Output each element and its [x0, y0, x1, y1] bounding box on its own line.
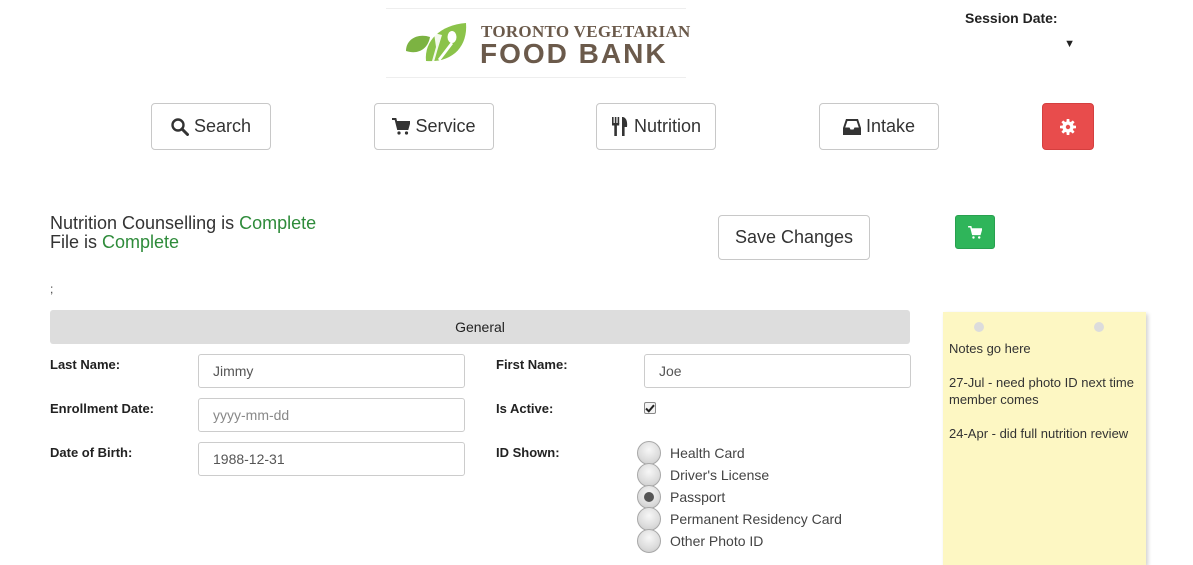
enrollment-date-field[interactable]: yyyy-mm-dd: [198, 398, 465, 432]
file-status: File is Complete: [50, 233, 316, 252]
radio-button[interactable]: [637, 507, 661, 531]
file-status-prefix: File is: [50, 232, 103, 252]
radio-label: Health Card: [670, 445, 745, 461]
service-button-label: Service: [415, 116, 476, 136]
session-date-label: Session Date:: [965, 10, 1058, 26]
radio-button[interactable]: [637, 441, 661, 465]
settings-button[interactable]: [1042, 103, 1094, 150]
go-to-service-button[interactable]: [955, 215, 995, 249]
session-date-select[interactable]: ▼: [965, 38, 1075, 58]
id-option-health-card[interactable]: Health Card: [637, 441, 745, 465]
file-status-value: Complete: [102, 232, 180, 252]
radio-label: Other Photo ID: [670, 533, 764, 549]
last-name-label: Last Name:: [50, 357, 121, 372]
counselling-status-value: Complete: [239, 213, 317, 233]
first-name-value: Joe: [659, 363, 682, 379]
logo: TORONTO VEGETARIAN FOOD BANK: [386, 8, 690, 78]
radio-label: Permanent Residency Card: [670, 511, 842, 527]
date-of-birth-field[interactable]: 1988-12-31: [198, 442, 465, 476]
last-name-field[interactable]: Jimmy: [198, 354, 465, 388]
intake-button-label: Intake: [865, 116, 916, 136]
utensils-icon: [611, 117, 628, 136]
notes-text[interactable]: Notes go here 27-Jul - need photo ID nex…: [949, 340, 1144, 459]
radio-label: Driver's License: [670, 467, 770, 483]
inbox-icon: [842, 118, 861, 135]
checkmark-icon: [645, 404, 655, 413]
note-line: 27-Jul - need photo ID next time member …: [949, 375, 1134, 407]
gear-icon: [1060, 118, 1076, 135]
date-of-birth-label: Date of Birth:: [50, 445, 133, 460]
id-shown-label: ID Shown:: [496, 445, 560, 460]
radio-button[interactable]: [637, 529, 661, 553]
status-summary: Nutrition Counselling is Complete File i…: [50, 214, 316, 252]
counselling-status-prefix: Nutrition Counselling is: [50, 213, 240, 233]
pin-icon: [1094, 322, 1104, 332]
service-button[interactable]: Service: [374, 103, 494, 150]
nutrition-button-label: Nutrition: [633, 116, 702, 136]
last-name-value: Jimmy: [213, 363, 254, 379]
general-section-title: General: [455, 319, 505, 335]
cart-icon: [968, 225, 982, 239]
search-icon: [171, 117, 189, 136]
first-name-field[interactable]: Joe: [644, 354, 911, 388]
id-option-other-photo-id[interactable]: Other Photo ID: [637, 529, 764, 553]
id-option-permanent-residency-card[interactable]: Permanent Residency Card: [637, 507, 842, 531]
radio-label: Passport: [670, 489, 726, 505]
save-changes-button[interactable]: Save Changes: [718, 215, 870, 260]
search-button[interactable]: Search: [151, 103, 271, 150]
first-name-label: First Name:: [496, 357, 568, 372]
radio-button-selected[interactable]: [637, 485, 661, 509]
note-line: 24-Apr - did full nutrition review: [949, 426, 1129, 441]
general-section-header[interactable]: General: [50, 310, 910, 344]
nutrition-button[interactable]: Nutrition: [596, 103, 716, 150]
enrollment-date-label: Enrollment Date:: [50, 401, 155, 416]
stray-text: ;: [50, 282, 54, 296]
notes-panel[interactable]: Notes go here 27-Jul - need photo ID nex…: [943, 312, 1146, 565]
radio-button[interactable]: [637, 463, 661, 487]
cart-icon: [392, 118, 411, 135]
pin-icon: [974, 322, 984, 332]
date-of-birth-value: 1988-12-31: [213, 451, 285, 467]
is-active-checkbox[interactable]: [644, 402, 656, 414]
is-active-label: Is Active:: [496, 401, 554, 416]
id-option-drivers-license[interactable]: Driver's License: [637, 463, 770, 487]
logo-icon: [406, 23, 467, 62]
counselling-status: Nutrition Counselling is Complete: [50, 214, 316, 233]
note-line: Notes go here: [949, 341, 1031, 356]
intake-button[interactable]: Intake: [819, 103, 939, 150]
id-option-passport[interactable]: Passport: [637, 485, 726, 509]
search-button-label: Search: [193, 116, 252, 136]
enrollment-date-placeholder: yyyy-mm-dd: [213, 407, 290, 423]
logo-line-2: FOOD BANK: [480, 38, 668, 69]
caret-down-icon: ▼: [1064, 38, 1075, 50]
